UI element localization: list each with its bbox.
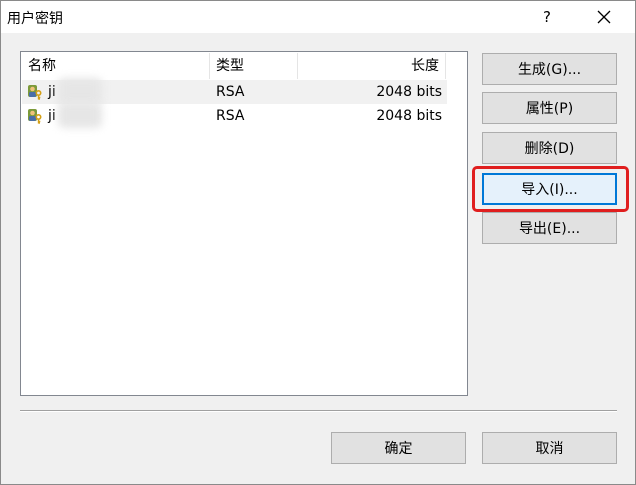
export-button[interactable]: 导出(E)... — [482, 212, 617, 244]
row-name: ji — [48, 108, 56, 124]
user-keys-dialog: 用户密钥 ? 名称 类型 长度 ji RSA 2048 bits ji RSA … — [0, 0, 636, 485]
table-row[interactable]: ji RSA 2048 bits — [22, 78, 447, 104]
column-header-name[interactable]: 名称 — [22, 53, 210, 79]
table-row[interactable]: ji RSA 2048 bits — [22, 102, 447, 128]
cancel-button[interactable]: 取消 — [482, 432, 617, 464]
window-title: 用户密钥 — [7, 11, 63, 27]
generate-button[interactable]: 生成(G)... — [482, 53, 617, 85]
close-button[interactable] — [581, 3, 627, 31]
ok-button[interactable]: 确定 — [331, 432, 466, 464]
delete-button[interactable]: 删除(D) — [482, 132, 617, 164]
column-header-type[interactable]: 类型 — [210, 53, 298, 79]
close-icon — [597, 10, 611, 24]
help-button[interactable]: ? — [527, 3, 567, 31]
column-header-length[interactable]: 长度 — [298, 53, 446, 79]
row-name: ji — [48, 84, 56, 100]
row-type: RSA — [216, 108, 245, 124]
properties-button[interactable]: 属性(P) — [482, 92, 617, 124]
redacted-name — [58, 102, 102, 128]
key-list[interactable]: 名称 类型 长度 ji RSA 2048 bits ji RSA 2048 bi… — [20, 51, 468, 396]
redacted-name — [58, 78, 102, 104]
title-bar: 用户密钥 ? — [1, 1, 635, 33]
row-length: 2048 bits — [376, 84, 442, 100]
key-user-icon — [28, 85, 42, 100]
divider — [20, 410, 617, 412]
row-type: RSA — [216, 84, 245, 100]
import-button[interactable]: 导入(I)... — [482, 173, 617, 205]
key-user-icon — [28, 109, 42, 124]
row-length: 2048 bits — [376, 108, 442, 124]
